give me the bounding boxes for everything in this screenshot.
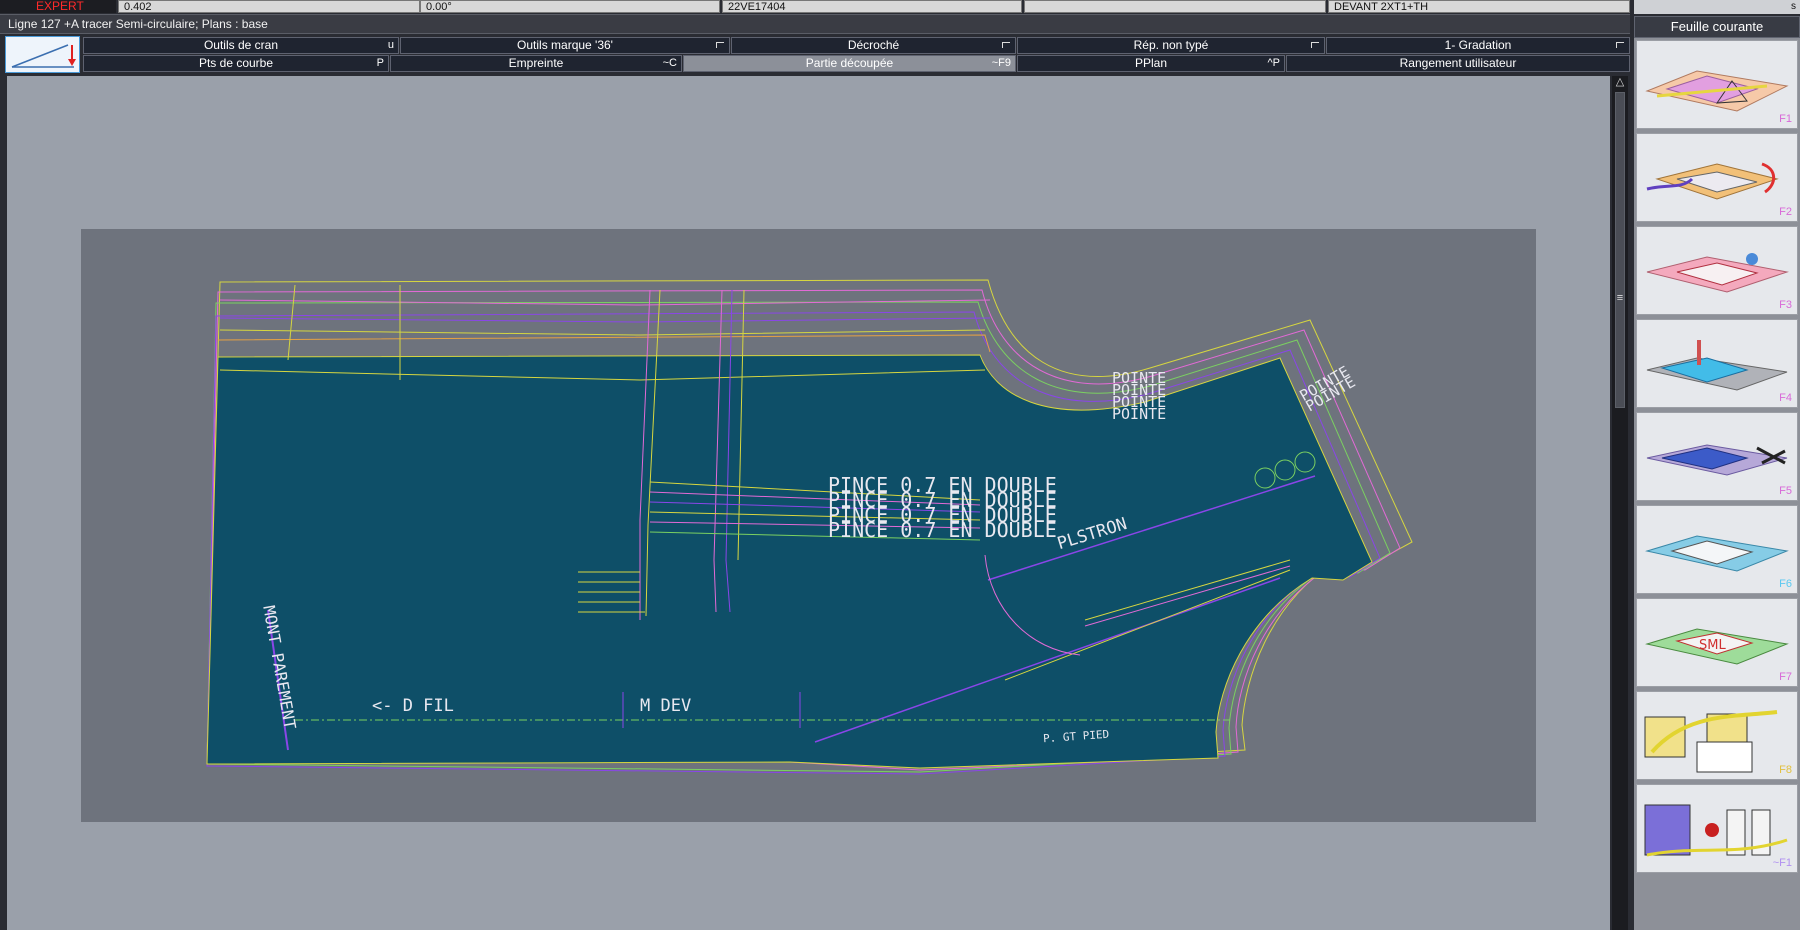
edit-tile[interactable]: F4 [1636,319,1798,408]
svg-text:SML: SML [1699,638,1726,653]
cut-piece-icon [1646,444,1788,476]
measurement-chart-icon [1644,710,1778,773]
scrollbar-thumb[interactable] [1615,92,1625,408]
measurement-tile[interactable]: F8 [1636,691,1798,780]
f7-label: F7 [1779,671,1792,683]
grain-line-text: <- D FIL [372,696,454,716]
scroll-up-icon[interactable]: △ [1614,76,1626,88]
point-text-1: POINTE POINTE POINTE POINTE [1112,369,1167,423]
scroll-grip-icon: ≡ [1616,292,1624,304]
submenu-corner-icon [1616,42,1624,48]
dart-text: PINCE 0.7 EN DOUBLE PINCE 0.7 EN DOUBLE … [828,473,1057,542]
m-dev-text: M DEV [640,696,692,716]
panel-top-label: s [1634,0,1800,14]
f1-alt-label: ~F1 [1772,857,1792,869]
drafting-tile[interactable]: F1 [1636,40,1798,129]
piece-outline-icon [1645,535,1789,572]
f8-label: F8 [1779,764,1792,776]
rotate-tile[interactable]: F2 [1636,133,1798,222]
f5-label: F5 [1779,485,1792,497]
outline-tile[interactable]: F6 [1636,505,1798,594]
cut-tile[interactable]: F5 [1636,412,1798,501]
drafting-icon [1645,70,1789,112]
digitize-icon [1646,253,1789,293]
f1-label: F1 [1779,113,1792,125]
sizes-tile[interactable]: SML F7 [1636,598,1798,687]
f2-label: F2 [1779,206,1792,218]
pattern-piece[interactable] [0,0,1610,930]
models-tile[interactable]: ~F1 [1636,784,1798,873]
current-sheet-title: Feuille courante [1634,16,1800,38]
rotate-piece-icon [1646,162,1779,200]
f4-label: F4 [1779,392,1792,404]
size-grade-icon: SML [1645,628,1789,665]
edit-piece-icon [1646,340,1788,391]
digitize-tile[interactable]: F3 [1636,226,1798,315]
f3-label: F3 [1779,299,1792,311]
f6-label: F6 [1779,578,1792,590]
